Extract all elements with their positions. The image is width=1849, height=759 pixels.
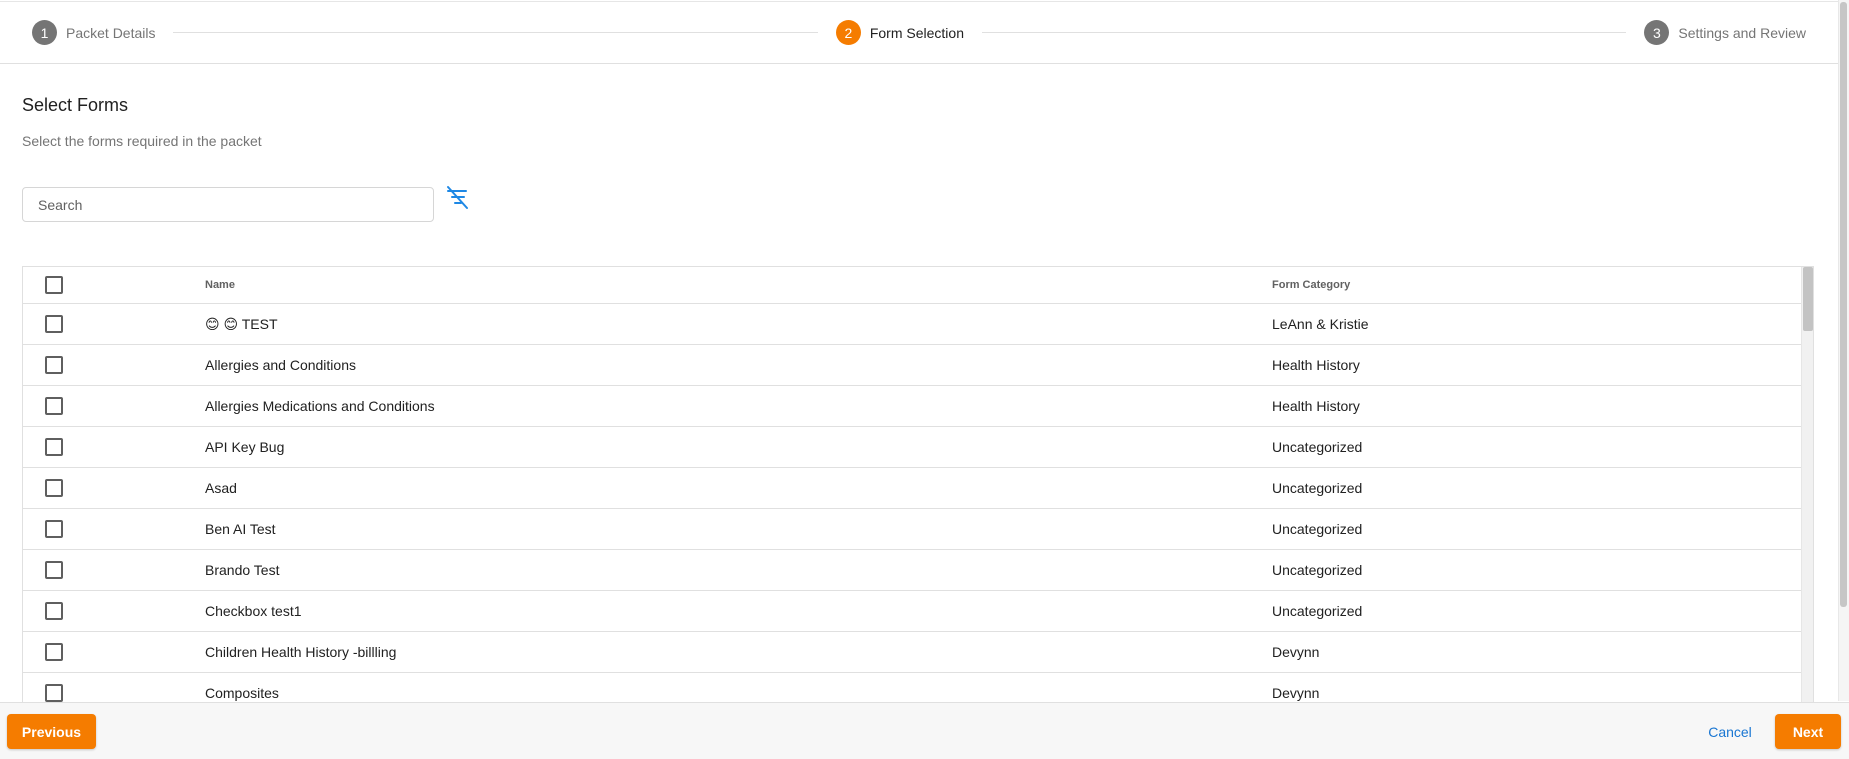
form-category: Uncategorized	[1272, 521, 1363, 537]
table-row[interactable]: Allergies and Conditions Health History	[23, 345, 1803, 386]
form-category: Devynn	[1272, 685, 1320, 701]
step-settings-and-review[interactable]: 3 Settings and Review	[1644, 20, 1806, 45]
form-name: Children Health History -billling	[205, 644, 397, 660]
row-checkbox[interactable]	[45, 479, 63, 497]
form-category: Uncategorized	[1272, 439, 1363, 455]
step-packet-details[interactable]: 1 Packet Details	[32, 20, 155, 45]
step-form-selection[interactable]: 2 Form Selection	[835, 20, 964, 45]
row-checkbox[interactable]	[45, 520, 63, 538]
table-row[interactable]: Asad Uncategorized	[23, 468, 1803, 509]
form-category: Uncategorized	[1272, 603, 1363, 619]
row-checkbox[interactable]	[45, 602, 63, 620]
table-row[interactable]: 😊 😊 TEST LeAnn & Kristie	[23, 304, 1803, 345]
step-label: Packet Details	[66, 24, 156, 41]
previous-button[interactable]: Previous	[7, 714, 96, 749]
step-label: Form Selection	[869, 24, 964, 41]
next-button[interactable]: Next	[1775, 714, 1841, 749]
table-scrollbar[interactable]	[1801, 267, 1813, 702]
page: 1 Packet Details 2 Form Selection 3 Sett…	[0, 0, 1849, 759]
page-scrollbar[interactable]	[1838, 0, 1849, 701]
stepper: 1 Packet Details 2 Form Selection 3 Sett…	[0, 1, 1838, 64]
step-number-circle: 2	[835, 20, 861, 45]
row-checkbox[interactable]	[45, 643, 63, 661]
step-connector	[982, 32, 1627, 33]
table-row[interactable]: Children Health History -billling Devynn	[23, 632, 1803, 673]
table-row[interactable]: Checkbox test1 Uncategorized	[23, 591, 1803, 632]
table-row[interactable]: Allergies Medications and Conditions Hea…	[23, 386, 1803, 427]
form-category: Health History	[1272, 357, 1360, 373]
row-checkbox[interactable]	[45, 438, 63, 456]
form-category: Uncategorized	[1272, 480, 1363, 496]
row-checkbox[interactable]	[45, 397, 63, 415]
form-name: Asad	[205, 480, 237, 496]
page-title: Select Forms	[22, 95, 129, 115]
table-row[interactable]: API Key Bug Uncategorized	[23, 427, 1803, 468]
form-name: Allergies Medications and Conditions	[205, 398, 435, 414]
form-name: Allergies and Conditions	[205, 357, 356, 373]
row-checkbox[interactable]	[45, 684, 63, 702]
select-all-checkbox[interactable]	[45, 276, 63, 294]
form-category: Health History	[1272, 398, 1360, 414]
row-checkbox[interactable]	[45, 561, 63, 579]
column-header-name[interactable]: Name	[205, 279, 1272, 291]
cancel-button[interactable]: Cancel	[1700, 714, 1760, 749]
search-input[interactable]	[22, 187, 434, 222]
page-scrollbar-thumb[interactable]	[1840, 2, 1847, 607]
page-subtitle: Select the forms required in the packet	[22, 133, 262, 149]
form-name: API Key Bug	[205, 439, 285, 455]
form-name: Brando Test	[205, 562, 280, 578]
table-header-row: Name Form Category	[23, 267, 1803, 304]
step-number-circle: 3	[1644, 20, 1670, 45]
column-header-category[interactable]: Form Category	[1272, 279, 1803, 291]
form-name: Composites	[205, 685, 279, 701]
form-category: Devynn	[1272, 644, 1320, 660]
form-category: Uncategorized	[1272, 562, 1363, 578]
step-number-circle: 1	[32, 20, 57, 45]
filter-off-icon[interactable]	[444, 184, 472, 212]
table-row[interactable]: Composites Devynn	[23, 673, 1803, 702]
form-name: 😊 😊 TEST	[205, 315, 278, 332]
forms-table: Name Form Category 😊 😊 TEST LeAnn & Kris…	[22, 266, 1814, 702]
form-name: Ben AI Test	[205, 521, 276, 537]
row-checkbox[interactable]	[45, 315, 63, 333]
footer-bar: Previous Cancel Next	[0, 702, 1849, 759]
table-row[interactable]: Ben AI Test Uncategorized	[23, 509, 1803, 550]
table-scrollbar-thumb[interactable]	[1803, 267, 1813, 331]
table-row[interactable]: Brando Test Uncategorized	[23, 550, 1803, 591]
form-name: Checkbox test1	[205, 603, 302, 619]
step-connector	[173, 32, 818, 33]
step-label: Settings and Review	[1678, 24, 1806, 41]
row-checkbox[interactable]	[45, 356, 63, 374]
form-category: LeAnn & Kristie	[1272, 316, 1369, 332]
